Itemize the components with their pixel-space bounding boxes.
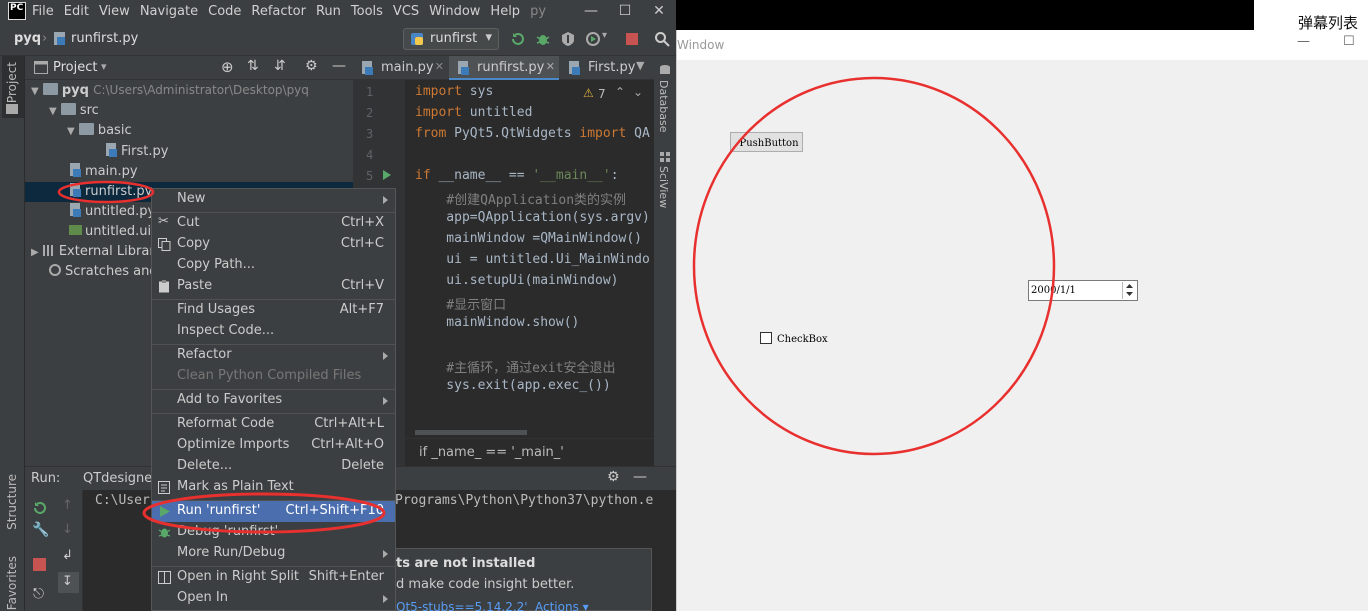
annotation-circle-run-item (142, 492, 386, 534)
annotation-circle-runfirst (57, 180, 155, 204)
annotation-circle-qt-window (692, 76, 1056, 456)
annotation-layer (57, 76, 1056, 534)
